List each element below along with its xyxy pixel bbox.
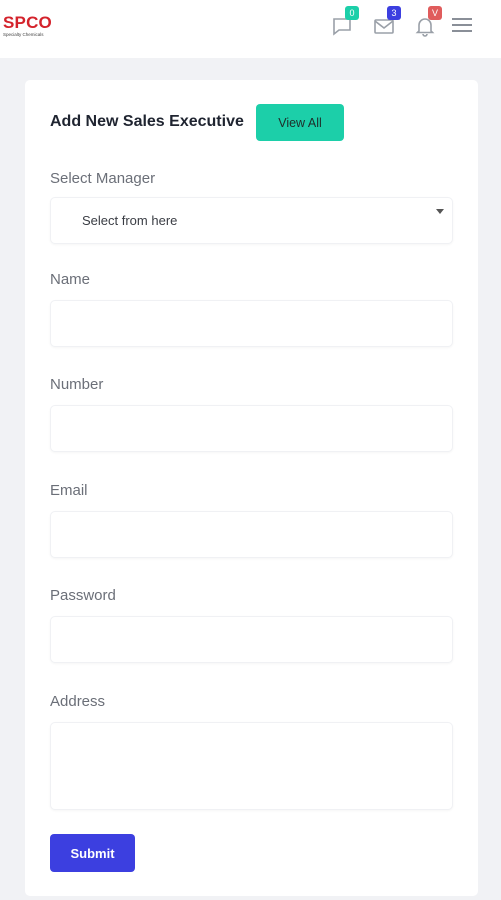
brand-logo[interactable]: SPCO Specialty Chemicals (3, 14, 63, 42)
notification-count-badge: V (428, 6, 442, 20)
mail-button[interactable]: 3 (372, 6, 401, 38)
top-navbar: SPCO Specialty Chemicals 0 3 V (0, 0, 501, 58)
name-label: Name (50, 271, 91, 288)
brand-name: SPCO (3, 13, 52, 32)
chat-button[interactable]: 0 (330, 6, 359, 38)
password-input[interactable] (50, 616, 453, 663)
email-input[interactable] (50, 511, 453, 558)
name-input[interactable] (50, 300, 453, 347)
address-textarea[interactable] (50, 722, 453, 810)
email-label: Email (50, 482, 88, 499)
manager-select[interactable]: Select from here (50, 197, 453, 244)
manager-label: Select Manager (50, 170, 156, 187)
view-all-button[interactable]: View All (256, 104, 344, 141)
submit-button[interactable]: Submit (50, 834, 135, 872)
mail-count-badge: 3 (387, 6, 401, 20)
address-label: Address (50, 693, 106, 710)
password-label: Password (50, 587, 116, 604)
brand-tagline: Specialty Chemicals (3, 32, 44, 37)
caret-down-icon (436, 209, 444, 214)
add-sales-executive-card: Add New Sales Executive View All Select … (25, 80, 478, 896)
notification-button[interactable]: V (413, 6, 442, 38)
manager-select-value: Select from here (82, 213, 178, 228)
number-input[interactable] (50, 405, 453, 452)
page-title: Add New Sales Executive (50, 113, 244, 130)
hamburger-menu-icon[interactable] (452, 18, 472, 34)
chat-count-badge: 0 (345, 6, 359, 20)
number-label: Number (50, 376, 104, 393)
